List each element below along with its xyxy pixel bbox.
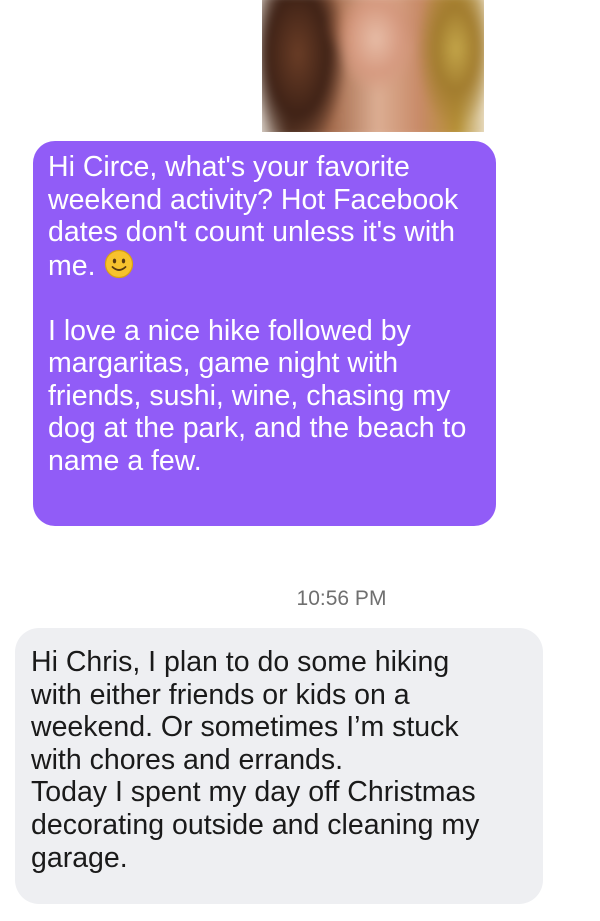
incoming-message-line: with either friends or kids on a xyxy=(31,678,410,711)
incoming-message-line: decorating outside and cleaning my xyxy=(31,808,480,841)
incoming-message-line: garage. xyxy=(31,841,128,874)
message-timestamp: 10:56 PM xyxy=(296,587,387,610)
incoming-message-bubble[interactable]: Hi Chris, I plan to do some hiking with … xyxy=(15,628,543,904)
shared-photo[interactable] xyxy=(262,0,484,132)
smiley-emoji-icon xyxy=(104,249,133,278)
incoming-message-line: Today I spent my day off Christmas xyxy=(31,776,476,809)
conversation-screen: Hi Circe, what's your favorite weekend a… xyxy=(0,0,600,921)
outgoing-message-paragraph-1: Hi Circe, what's your favorite weekend a… xyxy=(48,151,482,282)
incoming-message-line: weekend. Or sometimes I’m stuck xyxy=(31,711,459,744)
outgoing-message-paragraph-2: I love a nice hike followed by margarita… xyxy=(48,314,467,477)
incoming-message-line: Hi Chris, I plan to do some hiking xyxy=(31,646,450,678)
incoming-message-line: with chores and errands. xyxy=(31,743,344,776)
blurred-face-image xyxy=(262,0,484,132)
outgoing-message-bubble[interactable]: Hi Circe, what's your favorite weekend a… xyxy=(33,141,496,526)
